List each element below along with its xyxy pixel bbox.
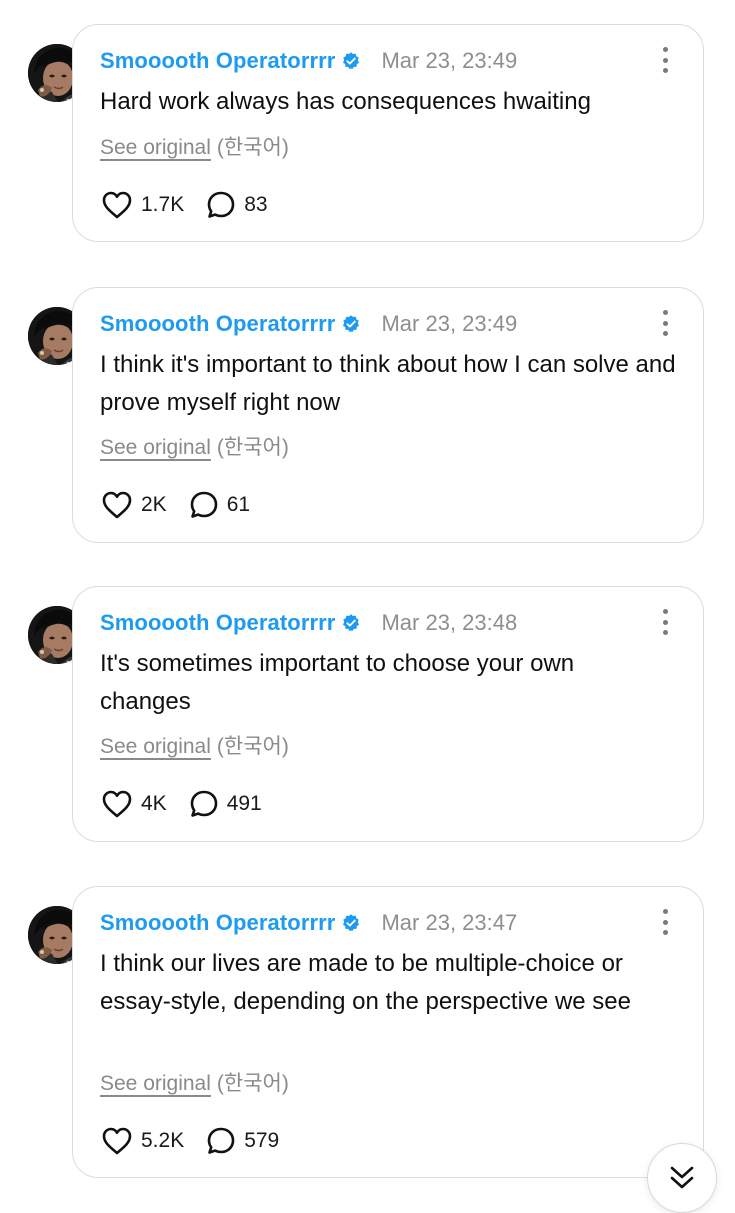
post-header: Smooooth Operatorrrr Mar 23, 23:49 (100, 45, 517, 77)
more-vertical-icon[interactable] (661, 47, 669, 73)
speech-bubble-icon (206, 190, 236, 220)
post-card[interactable]: Smooooth Operatorrrr Mar 23, 23:47 I thi… (72, 886, 704, 1178)
like-button[interactable]: 2K (101, 490, 167, 520)
reply-count: 61 (226, 493, 251, 516)
translation-note: See original (한국어) (100, 1067, 289, 1097)
speech-bubble-icon (206, 1126, 236, 1156)
post-actions: 4K 491 (101, 787, 262, 821)
language-label: (한국어) (216, 735, 289, 758)
post-card[interactable]: Smooooth Operatorrrr Mar 23, 23:48 It's … (72, 586, 704, 842)
language-label: (한국어) (216, 136, 289, 159)
reply-count: 579 (244, 1129, 280, 1152)
username[interactable]: Smooooth Operatorrrr (100, 311, 335, 337)
heart-icon (101, 190, 133, 220)
see-original-link[interactable]: See original (100, 136, 211, 159)
timestamp: Mar 23, 23:48 (381, 610, 518, 635)
username[interactable]: Smooooth Operatorrrr (100, 910, 335, 936)
see-original-link[interactable]: See original (100, 436, 211, 459)
verified-badge-icon (341, 613, 361, 633)
post-text: I think our lives are made to be multipl… (100, 950, 631, 1015)
post-text: I think it's important to think about ho… (100, 351, 676, 416)
verified-badge-icon (341, 51, 361, 71)
thread-feed: Smooooth Operatorrrr Mar 23, 23:49 Hard … (0, 0, 735, 1213)
post-header: Smooooth Operatorrrr Mar 23, 23:48 (100, 607, 517, 639)
post-actions: 2K 61 (101, 488, 250, 522)
speech-bubble-icon (189, 789, 219, 819)
heart-icon (101, 789, 133, 819)
reply-button[interactable]: 61 (189, 490, 250, 520)
timestamp: Mar 23, 23:49 (381, 48, 518, 73)
speech-bubble-icon (189, 490, 219, 520)
like-button[interactable]: 4K (101, 789, 167, 819)
more-vertical-icon[interactable] (661, 310, 669, 336)
translation-note: See original (한국어) (100, 131, 289, 161)
post-header: Smooooth Operatorrrr Mar 23, 23:47 (100, 907, 517, 939)
timestamp: Mar 23, 23:49 (381, 311, 518, 336)
like-count: 4K (141, 792, 167, 815)
username[interactable]: Smooooth Operatorrrr (100, 48, 335, 74)
verified-badge-icon (341, 314, 361, 334)
reply-count: 83 (244, 193, 268, 216)
translation-note: See original (한국어) (100, 431, 289, 461)
reply-count: 491 (226, 792, 262, 815)
like-button[interactable]: 1.7K (101, 190, 184, 220)
double-chevron-down-icon (668, 1164, 696, 1199)
language-label: (한국어) (216, 1072, 289, 1095)
timestamp: Mar 23, 23:47 (381, 910, 518, 935)
post-card[interactable]: Smooooth Operatorrrr Mar 23, 23:49 Hard … (72, 24, 704, 242)
heart-icon (101, 1126, 133, 1156)
reply-button[interactable]: 83 (206, 190, 268, 220)
more-vertical-icon[interactable] (661, 909, 669, 935)
scroll-down-button[interactable] (647, 1143, 717, 1213)
heart-icon (101, 490, 133, 520)
reply-button[interactable]: 579 (206, 1126, 279, 1156)
post-actions: 5.2K 579 (101, 1124, 279, 1158)
see-original-link[interactable]: See original (100, 735, 211, 758)
like-count: 2K (141, 493, 167, 516)
like-button[interactable]: 5.2K (101, 1126, 184, 1156)
verified-badge-icon (341, 913, 361, 933)
like-count: 5.2K (141, 1129, 185, 1152)
language-label: (한국어) (216, 436, 289, 459)
post-actions: 1.7K 83 (101, 188, 268, 222)
post-card[interactable]: Smooooth Operatorrrr Mar 23, 23:49 I thi… (72, 287, 704, 543)
username[interactable]: Smooooth Operatorrrr (100, 610, 335, 636)
see-original-link[interactable]: See original (100, 1072, 211, 1095)
post-header: Smooooth Operatorrrr Mar 23, 23:49 (100, 308, 517, 340)
post-text: Hard work always has consequences hwaiti… (100, 88, 591, 115)
like-count: 1.7K (141, 193, 185, 216)
more-vertical-icon[interactable] (661, 609, 669, 635)
translation-note: See original (한국어) (100, 730, 289, 760)
post-text: It's sometimes important to choose your … (100, 650, 575, 715)
reply-button[interactable]: 491 (189, 789, 262, 819)
